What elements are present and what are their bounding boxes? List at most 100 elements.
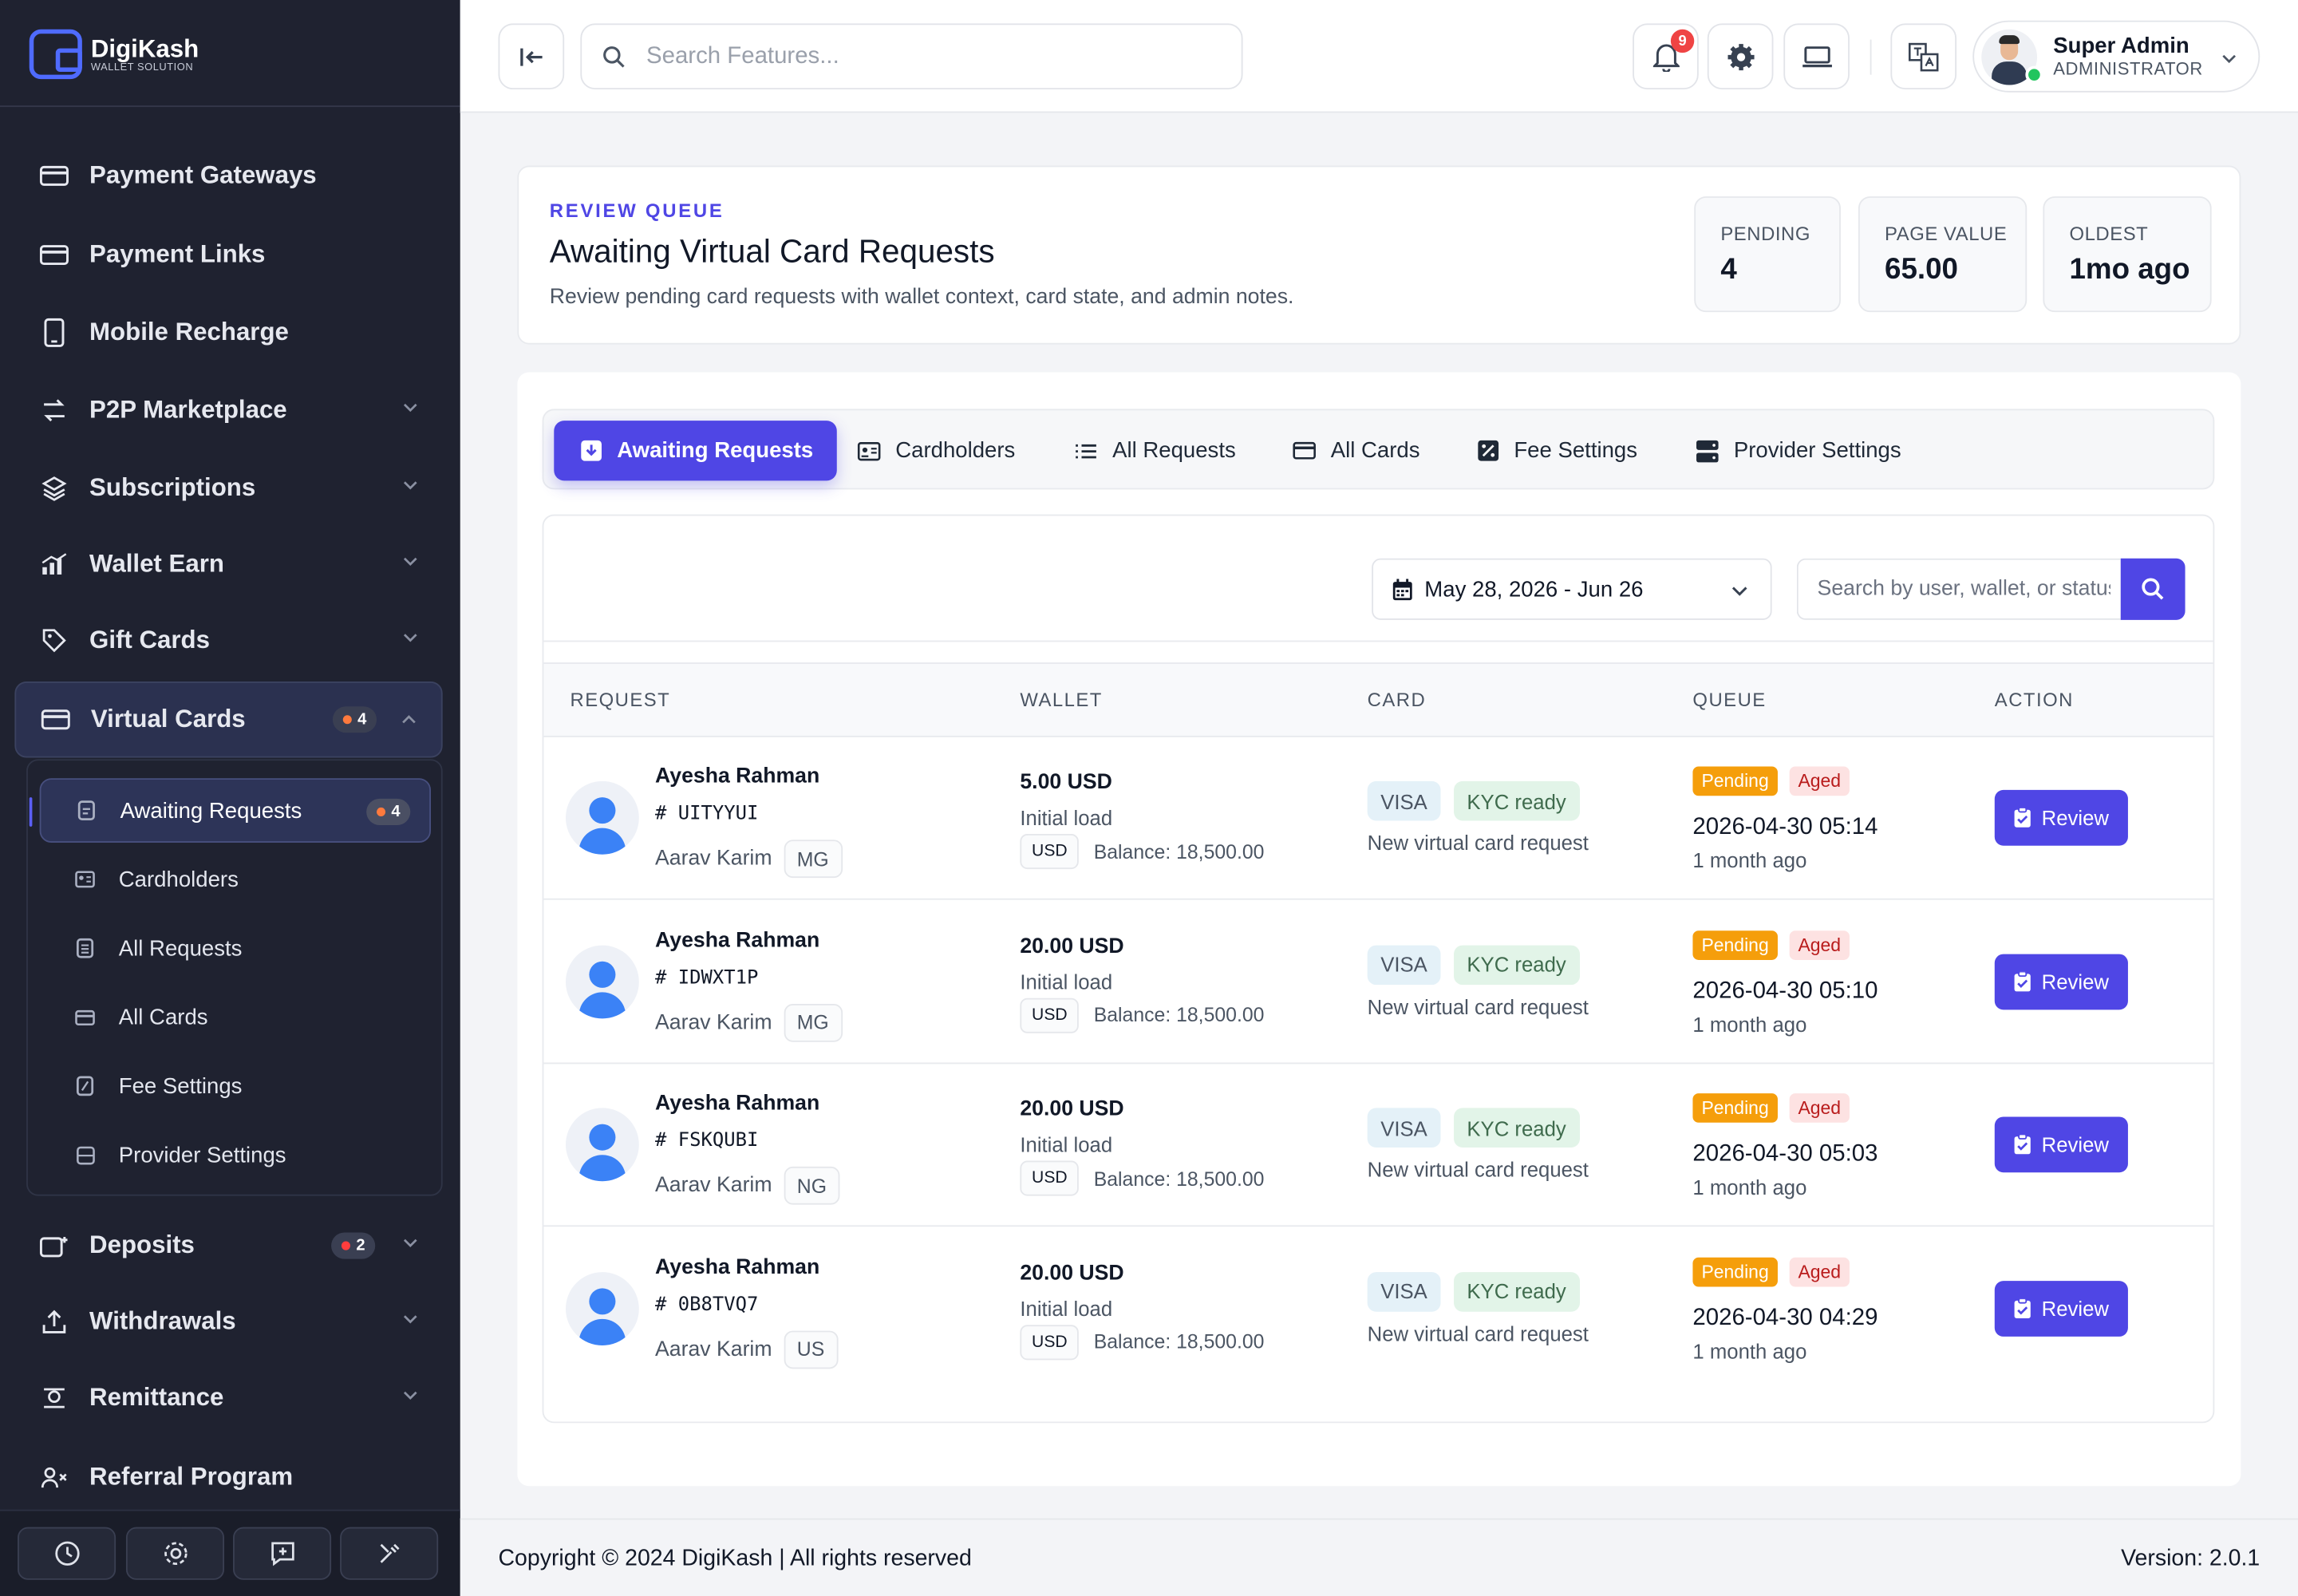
- chevron-down-icon[interactable]: [401, 1234, 419, 1251]
- card-tags: VISA KYC ready: [1367, 780, 1580, 821]
- inbox-download-icon: [579, 439, 602, 462]
- sidebar-item-label: Subscriptions: [89, 473, 256, 502]
- settings-button[interactable]: [1707, 23, 1774, 90]
- card-description: New virtual card request: [1367, 994, 1589, 1018]
- server-icon: [75, 1144, 96, 1165]
- tab-label: Provider Settings: [1733, 438, 1901, 464]
- tab-fee-settings[interactable]: Fee Settings: [1476, 421, 1637, 480]
- request-age: 1 month ago: [1692, 1012, 1807, 1036]
- card-brand-badge: VISA: [1367, 1108, 1441, 1148]
- remit-icon: [40, 1384, 69, 1413]
- balance-text: Balance: 18,500.00: [1093, 1167, 1265, 1190]
- chevron-down-icon: [1731, 587, 1747, 596]
- chevron-down-icon[interactable]: [401, 1310, 419, 1328]
- brand-logo[interactable]: DigiKash WALLET SOLUTION: [29, 26, 199, 82]
- cardholder-name: Aarav Karim: [655, 1174, 772, 1198]
- search-button[interactable]: [2120, 558, 2185, 620]
- column-header-action: ACTION: [1994, 689, 2074, 711]
- wallet-balance: USD Balance: 18,500.00: [1020, 833, 1264, 870]
- sidebar-item-virtual-cards[interactable]: Virtual Cards 4: [14, 681, 443, 758]
- submenu-item-all-cards[interactable]: All Cards: [40, 985, 431, 1049]
- server-icon: [1696, 439, 1719, 462]
- kyc-status-badge: KYC ready: [1453, 780, 1580, 821]
- cardholder-name: Aarav Karim: [655, 1010, 772, 1034]
- sidebar-item-payment-gateways[interactable]: Payment Gateways: [14, 142, 442, 209]
- tab-all-cards[interactable]: All Cards: [1293, 421, 1420, 480]
- chevron-down-icon[interactable]: [401, 629, 419, 646]
- sidebar-item-label: Deposits: [89, 1231, 195, 1259]
- settings-shortcut-button[interactable]: [125, 1527, 225, 1580]
- tools-button[interactable]: [340, 1527, 439, 1580]
- card-brand-badge: VISA: [1367, 1271, 1441, 1311]
- sidebar-item-subscriptions[interactable]: Subscriptions: [14, 454, 442, 521]
- support-button[interactable]: [233, 1527, 332, 1580]
- column-header-queue: QUEUE: [1692, 689, 1767, 711]
- tab-cardholders[interactable]: Cardholders: [857, 421, 1015, 480]
- phone-icon: [40, 318, 69, 348]
- submenu-item-cardholders[interactable]: Cardholders: [40, 847, 431, 912]
- table-row: Ayesha Rahman # FSKQUBI Aarav Karim NG 2…: [543, 1064, 2213, 1227]
- sidebar-item-label: Referral Program: [89, 1462, 294, 1491]
- history-button[interactable]: [18, 1527, 116, 1580]
- requests-panel: Awaiting Requests Cardholders All Reques…: [517, 372, 2241, 1487]
- user-avatar: [565, 1271, 639, 1345]
- card-icon: [39, 240, 69, 270]
- card-icon: [1293, 439, 1316, 462]
- sidebar-item-mobile-recharge[interactable]: Mobile Recharge: [14, 299, 442, 366]
- review-button[interactable]: Review: [1994, 789, 2128, 846]
- queue-tags: Pending Aged: [1692, 766, 1850, 796]
- submenu-item-provider-settings[interactable]: Provider Settings: [40, 1123, 431, 1187]
- chart-icon: [40, 550, 69, 579]
- tab-label: Awaiting Requests: [617, 438, 814, 464]
- review-button[interactable]: Review: [1994, 1116, 2128, 1173]
- notifications-button[interactable]: 9: [1633, 23, 1699, 90]
- user-menu[interactable]: Super Admin ADMINISTRATOR: [1972, 20, 2260, 93]
- sidebar-item-gift-cards[interactable]: Gift Cards: [14, 606, 442, 674]
- sidebar-item-p2p-marketplace[interactable]: P2P Marketplace: [14, 377, 442, 444]
- sidebar-item-label: Mobile Recharge: [89, 318, 289, 346]
- sidebar-divider: [0, 105, 460, 108]
- collapse-sidebar-button[interactable]: [498, 23, 565, 90]
- tools-icon: [379, 1543, 399, 1563]
- stat-value: 1mo ago: [2069, 253, 2190, 286]
- notification-count-badge: 9: [1670, 29, 1695, 53]
- sidebar-item-label: Remittance: [89, 1383, 224, 1412]
- tab-bar: Awaiting Requests Cardholders All Reques…: [542, 409, 2215, 490]
- sidebar: DigiKash WALLET SOLUTION Payment Gateway…: [0, 0, 460, 1596]
- review-button[interactable]: Review: [1994, 1280, 2128, 1337]
- submenu-item-awaiting-requests[interactable]: Awaiting Requests 4: [29, 778, 432, 843]
- tab-awaiting-requests[interactable]: Awaiting Requests: [554, 421, 837, 481]
- sidebar-item-referral-program[interactable]: Referral Program: [14, 1444, 442, 1511]
- sidebar-item-payment-links[interactable]: Payment Links: [14, 221, 442, 288]
- language-button[interactable]: [1890, 23, 1957, 90]
- virtual-cards-submenu: Awaiting Requests 4 Cardholders All Requ…: [26, 759, 443, 1196]
- collapse-icon: [519, 47, 542, 65]
- sidebar-item-withdrawals[interactable]: Withdrawals: [14, 1288, 442, 1355]
- sidebar-item-deposits[interactable]: Deposits 2: [14, 1212, 442, 1279]
- date-range-picker[interactable]: May 28, 2026 - Jun 26: [1372, 558, 1772, 620]
- device-view-button[interactable]: [1783, 23, 1850, 90]
- chevron-down-icon[interactable]: [401, 1386, 419, 1404]
- table-search-input[interactable]: [1817, 577, 2110, 601]
- id-card-icon: [857, 439, 881, 462]
- sidebar-item-label: Payment Gateways: [89, 161, 317, 189]
- submenu-item-all-requests[interactable]: All Requests: [40, 916, 431, 981]
- submenu-item-fee-settings[interactable]: Fee Settings: [40, 1053, 431, 1118]
- search-input[interactable]: [646, 43, 1203, 70]
- chevron-down-icon[interactable]: [401, 552, 419, 570]
- chevron-down-icon[interactable]: [401, 399, 419, 417]
- dot-icon: [342, 715, 352, 725]
- tab-all-requests[interactable]: All Requests: [1074, 421, 1236, 480]
- tab-provider-settings[interactable]: Provider Settings: [1696, 421, 1901, 480]
- chevron-up-icon[interactable]: [400, 711, 417, 729]
- chevron-down-icon[interactable]: [401, 476, 419, 494]
- sidebar-item-remittance[interactable]: Remittance: [14, 1365, 442, 1432]
- review-button[interactable]: Review: [1994, 953, 2128, 1009]
- load-type: Initial load: [1020, 806, 1113, 830]
- request-id: # UITYYUI: [655, 803, 759, 825]
- country-code-badge: MG: [784, 839, 843, 879]
- sidebar-item-wallet-earn[interactable]: Wallet Earn: [14, 531, 442, 598]
- wallet-balance: USD Balance: 18,500.00: [1020, 1160, 1265, 1196]
- copyright-text: Copyright © 2024 DigiKash | All rights r…: [498, 1546, 972, 1571]
- card-icon: [39, 161, 69, 191]
